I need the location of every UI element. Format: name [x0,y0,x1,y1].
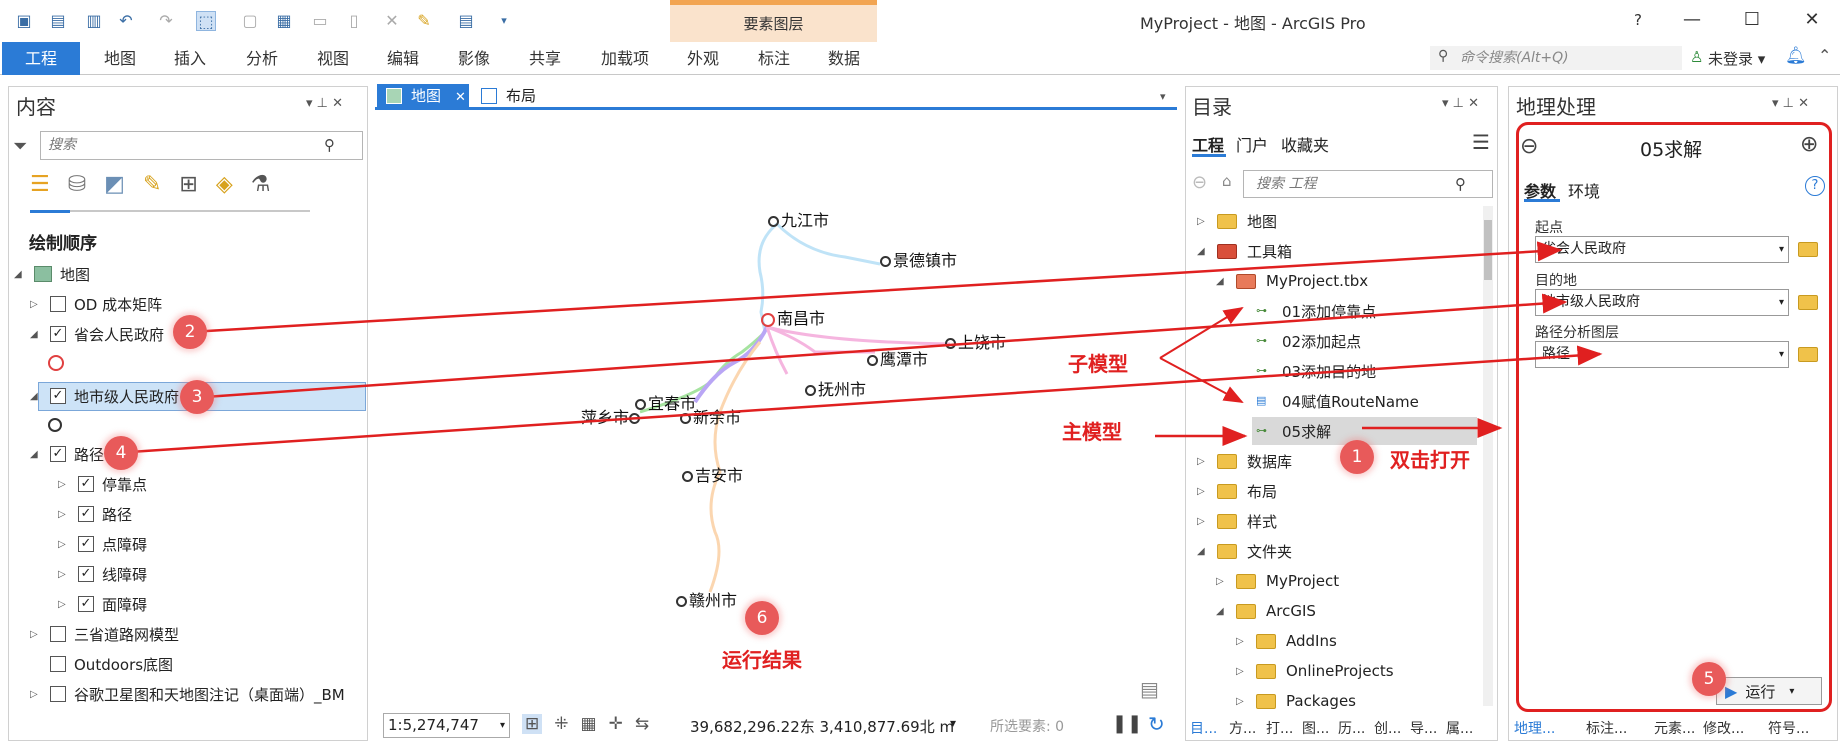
step-badge-2: 2 [173,315,207,349]
annotation-sub-model: 子模型 [1068,352,1128,376]
step-badge-3: 3 [180,380,214,414]
step-badge-1: 1 [1340,440,1374,474]
annotation-run-result: 运行结果 [722,648,802,672]
annotation-arrows [129,241,1603,454]
step-badge-5: 5 [1692,662,1726,696]
arrow-route-layer [129,345,1603,454]
annotation-main-model: 主模型 [1062,420,1122,444]
arrow-submodel-2 [1159,357,1244,403]
arrow-submodel-1 [1159,306,1244,359]
annotation-double-click: 双击打开 [1390,448,1470,472]
step-badge-6: 6 [745,601,779,635]
arrow-destination [204,293,1568,399]
step-badge-4: 4 [104,436,138,470]
arrow-origin [189,241,1563,334]
